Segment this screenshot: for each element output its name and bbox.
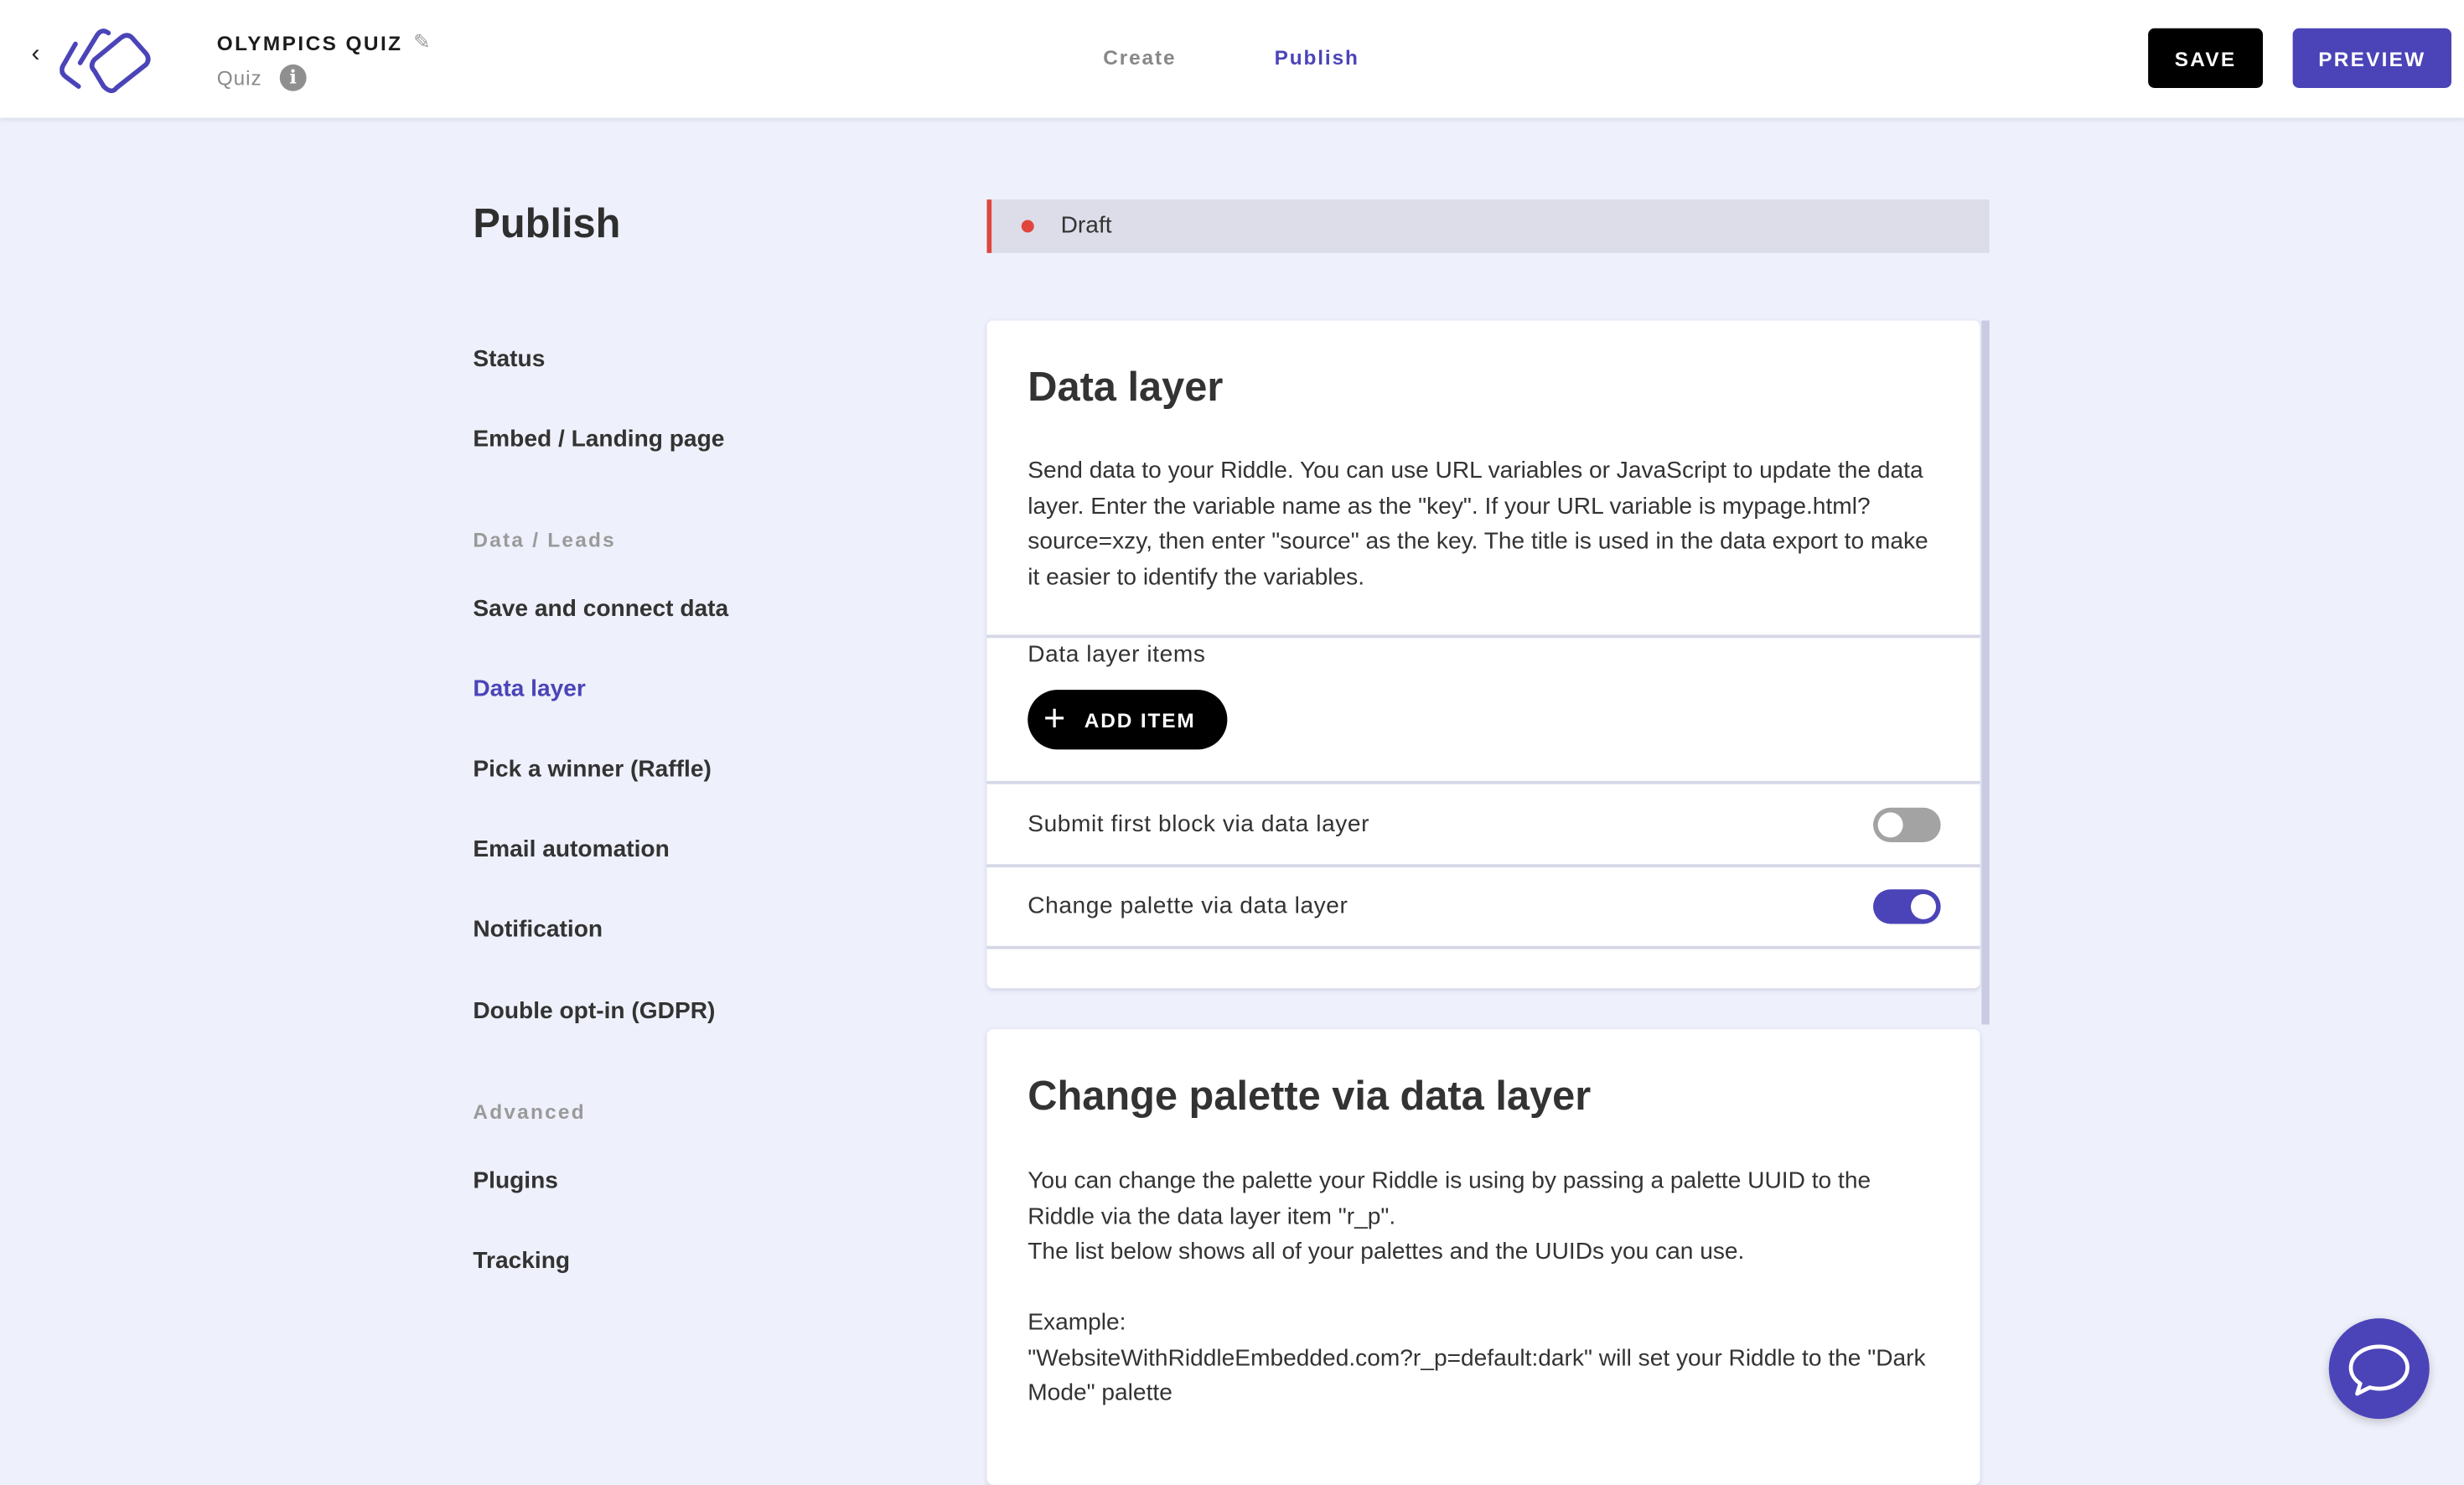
palette-line: The list below shows all of your palette…: [1028, 1238, 1745, 1265]
palette-line: You can change the palette your Riddle i…: [1028, 1167, 1871, 1230]
chat-button[interactable]: [2328, 1318, 2430, 1420]
data-layer-items-label: Data layer items: [1028, 641, 1206, 668]
status-badge: Draft: [986, 199, 1990, 253]
add-item-label: ADD ITEM: [1084, 707, 1196, 732]
page-title: Publish: [473, 199, 621, 247]
data-layer-description: Send data to your Riddle. You can use UR…: [1028, 457, 1928, 591]
change-palette-toggle[interactable]: [1873, 889, 1941, 924]
tab-create[interactable]: Create: [1103, 45, 1176, 69]
add-item-button[interactable]: + ADD ITEM: [1028, 690, 1228, 750]
save-button[interactable]: SAVE: [2148, 28, 2263, 88]
plus-icon: +: [1043, 697, 1066, 741]
palette-description: You can change the palette your Riddle i…: [1028, 1164, 1939, 1411]
top-bar: ‹ OLYMPICS QUIZ ✎ Quiz i Create Publish …: [0, 0, 2464, 118]
sidebar-group-data-leads: Data / Leads: [473, 528, 616, 552]
tab-publish[interactable]: Publish: [1275, 45, 1359, 69]
sidebar-item-raffle[interactable]: Pick a winner (Raffle): [473, 756, 711, 783]
sidebar-item-embed[interactable]: Embed / Landing page: [473, 426, 724, 453]
sidebar-item-notification[interactable]: Notification: [473, 916, 603, 943]
sidebar-group-advanced: Advanced: [473, 1100, 586, 1124]
data-layer-title: Data layer: [1028, 363, 1224, 411]
back-chevron-icon[interactable]: ‹: [32, 41, 40, 70]
pencil-icon[interactable]: ✎: [413, 30, 430, 55]
palette-line: Example:: [1028, 1308, 1126, 1336]
quiz-type: Quiz: [216, 65, 262, 90]
toggle-label-change-palette: Change palette via data layer: [1028, 893, 1348, 919]
status-dot-icon: [1021, 220, 1034, 233]
submit-first-block-toggle[interactable]: [1873, 807, 1941, 842]
riddle-logo-icon[interactable]: [60, 25, 151, 95]
preview-button[interactable]: PREVIEW: [2292, 28, 2451, 88]
palette-card: Change palette via data layer You can ch…: [986, 1029, 1980, 1485]
sidebar-item-save-connect[interactable]: Save and connect data: [473, 596, 728, 623]
sidebar-item-data-layer[interactable]: Data layer: [473, 675, 585, 702]
chat-bubble-icon: [2348, 1344, 2410, 1396]
scrollbar[interactable]: [1981, 320, 1990, 1025]
status-label: Draft: [1060, 212, 1112, 239]
sidebar-item-plugins[interactable]: Plugins: [473, 1167, 558, 1194]
toggle-label-submit-first-block: Submit first block via data layer: [1028, 810, 1370, 838]
sidebar-item-double-opt-in[interactable]: Double opt-in (GDPR): [473, 998, 715, 1025]
palette-line: "WebsiteWithRiddleEmbedded.com?r_p=defau…: [1028, 1344, 1926, 1407]
sidebar-item-status[interactable]: Status: [473, 346, 545, 373]
sidebar-item-tracking[interactable]: Tracking: [473, 1248, 570, 1275]
info-icon[interactable]: i: [279, 64, 307, 91]
quiz-title: OLYMPICS QUIZ: [216, 31, 403, 55]
sidebar-item-email-automation[interactable]: Email automation: [473, 836, 669, 863]
data-layer-card: Data layer Send data to your Riddle. You…: [986, 320, 1980, 989]
palette-title: Change palette via data layer: [1028, 1071, 1592, 1119]
